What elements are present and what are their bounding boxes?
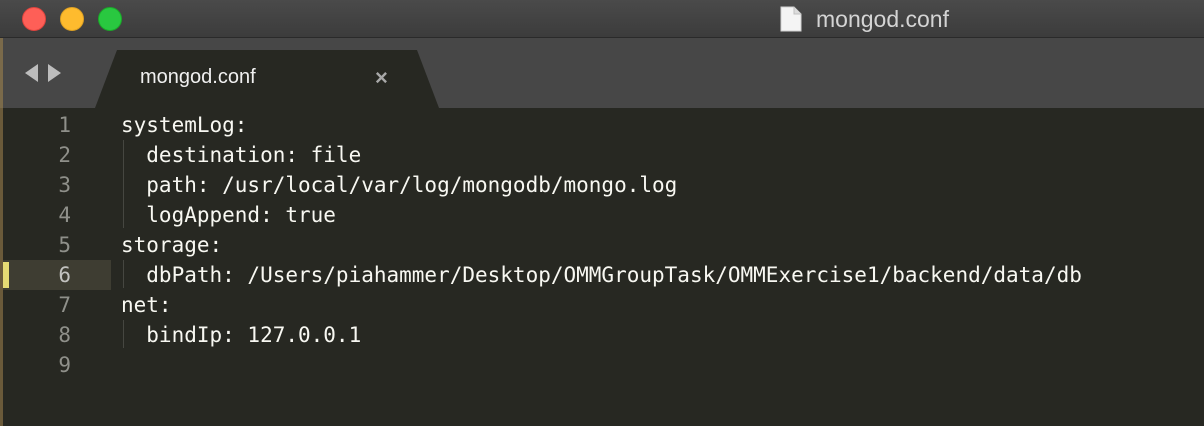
close-window-button[interactable]: [22, 7, 46, 31]
code-line[interactable]: 1 systemLog:: [3, 110, 1204, 140]
tab-navigation: [25, 64, 61, 82]
line-text: path: /usr/local/var/log/mongodb/mongo.l…: [121, 173, 678, 197]
code-line[interactable]: 3 path: /usr/local/var/log/mongodb/mongo…: [3, 170, 1204, 200]
code-line[interactable]: 9: [3, 350, 1204, 380]
window-title: mongod.conf: [816, 5, 949, 32]
line-number: 6: [58, 263, 71, 287]
code-line-active[interactable]: 6 dbPath: /Users/piahammer/Desktop/OMMGr…: [3, 260, 1204, 290]
code-line[interactable]: 5 storage:: [3, 230, 1204, 260]
code-line[interactable]: 7 net:: [3, 290, 1204, 320]
line-number: 7: [58, 293, 71, 317]
line-text: logAppend: true: [121, 203, 336, 227]
line-text: dbPath: /Users/piahammer/Desktop/OMMGrou…: [121, 263, 1082, 287]
previous-tab-icon[interactable]: [25, 64, 38, 82]
line-number: 3: [58, 173, 71, 197]
line-text: bindIp: 127.0.0.1: [121, 323, 362, 347]
code-line[interactable]: 4 logAppend: true: [3, 200, 1204, 230]
line-number: 2: [58, 143, 71, 167]
code-line[interactable]: 2 destination: file: [3, 140, 1204, 170]
line-number: 5: [58, 233, 71, 257]
editor-window: mongod.conf mongod.conf × 1 systemLog: 2…: [0, 0, 1204, 426]
line-number: 4: [58, 203, 71, 227]
tab-bar: mongod.conf ×: [0, 38, 1204, 108]
code-editor[interactable]: 1 systemLog: 2 destination: file 3 path:…: [0, 108, 1204, 426]
tab-label: mongod.conf: [140, 66, 256, 88]
maximize-window-button[interactable]: [98, 7, 122, 31]
line-text: storage:: [121, 233, 223, 257]
tab-mongod-conf[interactable]: mongod.conf ×: [95, 50, 439, 108]
line-number: 1: [58, 113, 71, 137]
minimize-window-button[interactable]: [60, 7, 84, 31]
line-text: systemLog:: [121, 113, 248, 137]
next-tab-icon[interactable]: [48, 64, 61, 82]
tab-close-icon[interactable]: ×: [375, 65, 388, 91]
window-title-group: mongod.conf: [780, 0, 949, 38]
document-icon: [780, 6, 802, 32]
line-number: 8: [58, 323, 71, 347]
active-line-highlight: [3, 260, 111, 290]
title-bar[interactable]: mongod.conf: [0, 0, 1204, 38]
line-number: 9: [58, 353, 71, 377]
code-line[interactable]: 8 bindIp: 127.0.0.1: [3, 320, 1204, 350]
line-text: destination: file: [121, 143, 362, 167]
line-text: net:: [121, 293, 172, 317]
modified-line-marker: [3, 262, 9, 288]
